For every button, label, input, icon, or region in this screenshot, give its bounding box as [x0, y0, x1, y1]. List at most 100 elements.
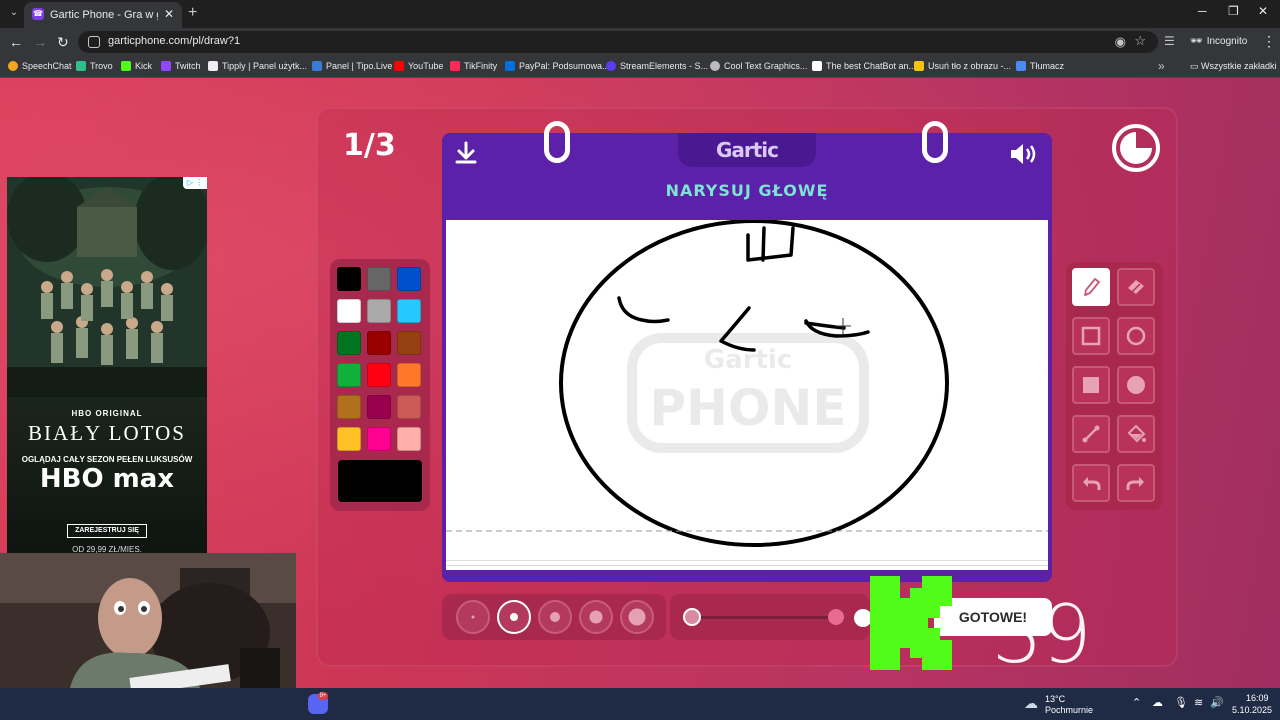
opacity-slider[interactable]	[670, 594, 870, 640]
square-filled-icon	[1083, 377, 1099, 393]
color-swatch[interactable]	[397, 299, 421, 323]
color-swatch[interactable]	[367, 395, 391, 419]
undo-button[interactable]	[1072, 464, 1110, 502]
notebook-ring	[544, 121, 570, 163]
wifi-icon[interactable]: ≋	[1194, 696, 1203, 709]
color-swatch[interactable]	[367, 427, 391, 451]
rectangle-tool[interactable]	[1072, 317, 1110, 355]
bookmark-star-icon[interactable]: ☆	[1134, 33, 1146, 49]
brush-size-5[interactable]	[620, 600, 654, 634]
incognito-icon: 🕶	[1190, 36, 1203, 47]
reading-list-icon[interactable]: ☰	[1164, 34, 1175, 48]
color-swatch[interactable]	[397, 395, 421, 419]
opacity-handle[interactable]	[828, 609, 844, 625]
download-icon[interactable]	[454, 141, 478, 167]
back-icon[interactable]: ←	[9, 34, 23, 50]
bookmark-item[interactable]: The best ChatBot an...	[812, 61, 916, 71]
drawing-prompt: NARYSUJ GŁOWĘ	[665, 181, 829, 200]
bookmark-item[interactable]: Cool Text Graphics...	[710, 61, 807, 71]
brush-size-1[interactable]	[456, 600, 490, 634]
close-window-icon[interactable]: ✕	[1258, 4, 1268, 18]
clock-date[interactable]: 5.10.2025	[1232, 705, 1272, 715]
address-bar[interactable]: garticphone.com/pl/draw?1 ◉ ☆	[78, 31, 1158, 53]
ad-cta-button[interactable]: ZAREJESTRUJ SIĘ	[67, 524, 147, 538]
filled-ellipse-tool[interactable]	[1117, 366, 1155, 404]
all-bookmarks[interactable]: ▭ Wszystkie zakładki	[1190, 61, 1277, 72]
bookmark-item[interactable]: YouTube	[394, 61, 443, 71]
color-swatch[interactable]	[397, 267, 421, 291]
tracking-protection-icon[interactable]: ◉	[1115, 34, 1126, 50]
weather-icon[interactable]: ☁	[1024, 695, 1038, 712]
brush-size-4[interactable]	[579, 600, 613, 634]
tab-gartic[interactable]: ☎ Gartic Phone - Gra w głuchy telefon ✕	[24, 2, 182, 28]
color-swatch[interactable]	[397, 363, 421, 387]
eraser-tool[interactable]	[1117, 268, 1155, 306]
tab-close-icon[interactable]: ✕	[164, 7, 174, 21]
clock-time[interactable]: 16:09	[1246, 693, 1269, 703]
opacity-min-icon	[683, 608, 701, 626]
ad-hbo-original: HBO ORIGINAL	[71, 409, 143, 418]
ellipse-tool[interactable]	[1117, 317, 1155, 355]
ad-choices-badge[interactable]: ▷ ⋮	[183, 177, 207, 189]
bookmark-item[interactable]: Trovo	[76, 61, 113, 71]
fill-tool[interactable]	[1117, 415, 1155, 453]
color-swatch[interactable]	[397, 427, 421, 451]
bookmark-item[interactable]: TikFinity	[450, 61, 497, 71]
incognito-indicator[interactable]: 🕶 Incognito	[1190, 36, 1247, 47]
bookmark-item[interactable]: StreamElements - S...	[606, 61, 708, 71]
ad-title: BIAŁY LOTOS	[28, 421, 186, 445]
brush-size-2[interactable]	[497, 600, 531, 634]
microphone-icon[interactable]: 🎙	[1174, 696, 1188, 709]
restore-icon[interactable]: ❐	[1228, 4, 1239, 18]
tab-bar: ⌄ ☎ Gartic Phone - Gra w głuchy telefon …	[0, 0, 1280, 28]
site-info-icon[interactable]	[88, 36, 100, 48]
more-bookmarks-icon[interactable]: »	[1158, 59, 1165, 73]
onedrive-icon[interactable]: ☁	[1152, 696, 1163, 709]
browser-toolbar: ← → ↻ garticphone.com/pl/draw?1 ◉ ☆	[0, 28, 1280, 56]
color-swatch[interactable]	[337, 427, 361, 451]
browser-menu-icon[interactable]: ⋮	[1262, 33, 1276, 50]
color-swatch[interactable]	[367, 363, 391, 387]
opacity-track[interactable]	[692, 616, 832, 619]
bookmark-item[interactable]: Panel | Tipo.Live	[312, 61, 392, 71]
redo-button[interactable]	[1117, 464, 1155, 502]
notebook-pages-edge	[446, 560, 1048, 570]
pencil-icon	[1084, 278, 1100, 296]
bookmark-item[interactable]: Usuń tło z obrazu -...	[914, 61, 1011, 71]
hair-stroke	[746, 226, 795, 262]
bookmark-item[interactable]: SpeechChat	[8, 61, 72, 71]
webcam-overlay	[0, 553, 296, 688]
url-text[interactable]: garticphone.com/pl/draw?1	[108, 35, 240, 47]
volume-icon[interactable]: 🔊	[1210, 696, 1224, 709]
color-swatch[interactable]	[367, 267, 391, 291]
drawing-layer[interactable]: Gartic PHONE	[446, 220, 1048, 566]
color-swatch[interactable]	[367, 299, 391, 323]
color-swatch[interactable]	[337, 395, 361, 419]
bookmark-item[interactable]: Tłumacz	[1016, 61, 1064, 71]
color-swatch[interactable]	[337, 267, 361, 291]
advertisement[interactable]: ▷ ⋮ HBO ORIGINAL BIAŁY LOTOS OGLĄDAJ CAŁ…	[7, 177, 207, 557]
tab-search-icon[interactable]: ⌄	[6, 5, 22, 21]
minimize-icon[interactable]: ─	[1198, 4, 1207, 18]
line-tool[interactable]	[1072, 415, 1110, 453]
color-swatch[interactable]	[367, 331, 391, 355]
brush-size-3[interactable]	[538, 600, 572, 634]
gartic-favicon-icon: ☎	[32, 8, 44, 20]
tray-overflow-icon[interactable]: ⌃	[1132, 696, 1141, 709]
color-swatch[interactable]	[337, 299, 361, 323]
color-swatch[interactable]	[337, 363, 361, 387]
undo-icon	[1083, 477, 1101, 490]
bookmark-item[interactable]: PayPal: Podsumowa...	[505, 61, 610, 71]
sound-icon[interactable]	[1008, 141, 1038, 167]
bookmark-item[interactable]: Twitch	[161, 61, 201, 71]
bookmark-item[interactable]: Kick	[121, 61, 152, 71]
filled-rectangle-tool[interactable]	[1072, 366, 1110, 404]
forward-icon[interactable]: →	[33, 34, 47, 50]
drawing-canvas[interactable]: Gartic PHONE	[446, 220, 1048, 566]
color-swatch[interactable]	[337, 331, 361, 355]
reload-icon[interactable]: ↻	[57, 34, 69, 50]
pencil-tool[interactable]	[1072, 268, 1110, 306]
color-swatch[interactable]	[397, 331, 421, 355]
new-tab-icon[interactable]: +	[188, 4, 197, 22]
bookmark-item[interactable]: Tipply | Panel użytk...	[208, 61, 307, 71]
